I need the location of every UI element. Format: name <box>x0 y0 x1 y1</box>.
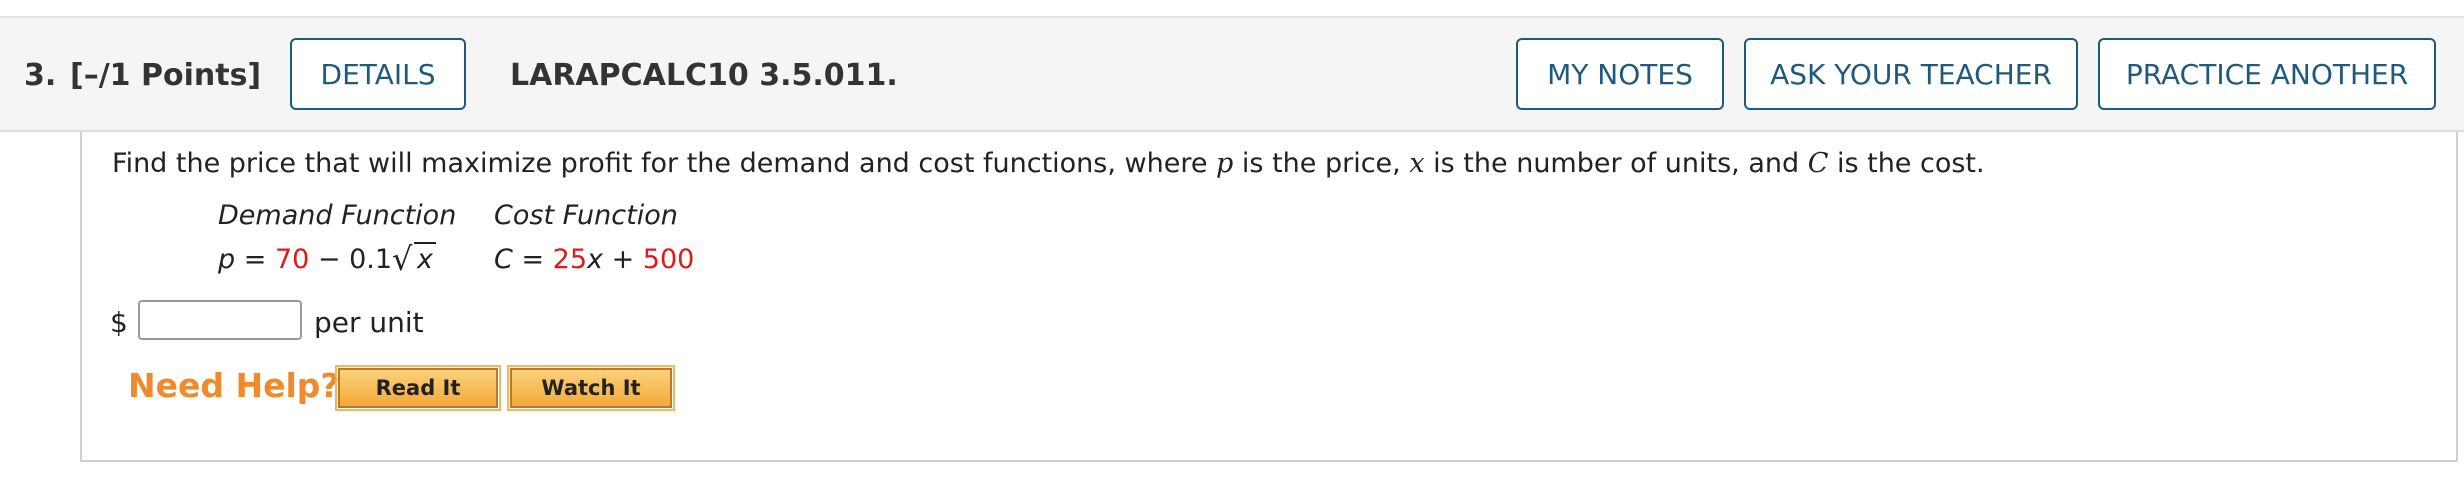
my-notes-button[interactable]: MY NOTES <box>1516 38 1724 110</box>
cost-function-formula: C = 25x + 500 <box>494 244 695 275</box>
unit-label: per unit <box>314 306 424 339</box>
currency-symbol: $ <box>110 306 128 339</box>
question-prompt: Find the price that will maximize profit… <box>112 148 1985 179</box>
need-help-label: Need Help? <box>128 366 340 405</box>
demand-function-formula: p = 70 − 0.1 √ x <box>218 240 437 278</box>
watch-it-button[interactable]: Watch It <box>507 365 675 411</box>
question-body: Find the price that will maximize profit… <box>80 132 2458 462</box>
question-points: [–/1 Points] <box>70 58 262 93</box>
demand-function-heading: Demand Function <box>218 200 457 231</box>
question-header: 3. [–/1 Points] DETAILS LARAPCALC10 3.5.… <box>0 16 2464 132</box>
details-button[interactable]: DETAILS <box>290 38 466 110</box>
square-root-symbol: √ x <box>392 240 437 278</box>
practice-another-button[interactable]: PRACTICE ANOTHER <box>2098 38 2436 110</box>
read-it-button[interactable]: Read It <box>335 365 501 411</box>
question-code: LARAPCALC10 3.5.011. <box>510 58 898 93</box>
cost-function-heading: Cost Function <box>494 200 678 231</box>
answer-input[interactable] <box>138 300 302 340</box>
question-number: 3. <box>24 58 57 93</box>
ask-your-teacher-button[interactable]: ASK YOUR TEACHER <box>1744 38 2078 110</box>
